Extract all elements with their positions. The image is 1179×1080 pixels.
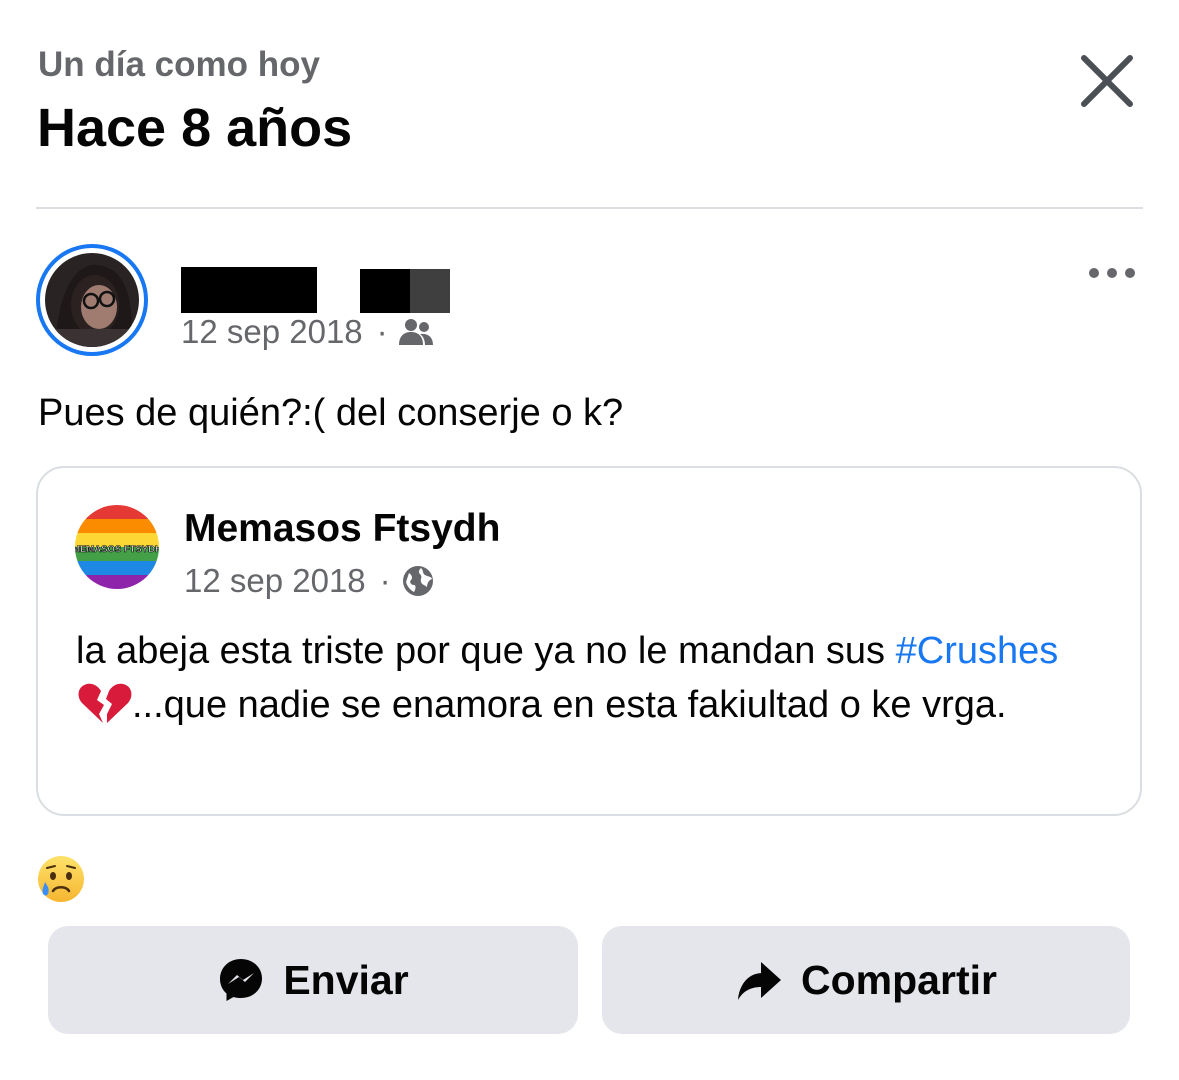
globe-icon — [402, 566, 433, 596]
shared-post-text: la abeja esta triste por que ya no le ma… — [76, 624, 1106, 732]
share-arrow-icon — [738, 962, 782, 1000]
redacted-name-part-3 — [410, 269, 450, 313]
redacted-name-part-1 — [181, 267, 317, 313]
crying-face-icon[interactable] — [36, 854, 86, 904]
author-avatar-photo — [45, 253, 139, 347]
meta-separator: · — [376, 313, 388, 350]
shared-page-name[interactable]: Memasos Ftsydh — [184, 505, 500, 553]
memories-subtitle: Un día como hoy — [38, 45, 320, 84]
shared-post-date[interactable]: 12 sep 2018 — [184, 561, 366, 601]
post-meta: 12 sep 2018 · — [181, 312, 434, 352]
page-avatar[interactable]: MEMASOS FTSYDH — [75, 505, 159, 589]
meta-separator: · — [379, 562, 391, 599]
more-options-icon[interactable] — [1086, 262, 1138, 284]
share-label: Compartir — [801, 956, 997, 1003]
shared-text-before: la abeja esta triste por que ya no le ma… — [76, 630, 886, 672]
shared-text-after: ...que nadie se enamora en esta fakiulta… — [132, 684, 1007, 726]
post-text: Pues de quién?:( del conserje o k? — [38, 392, 624, 434]
page-avatar-text: MEMASOS FTSYDH — [75, 544, 159, 555]
send-label: Enviar — [283, 956, 409, 1003]
share-button[interactable]: Compartir — [602, 926, 1130, 1034]
send-button[interactable]: Enviar — [48, 926, 578, 1034]
hashtag-link[interactable]: #Crushes — [896, 630, 1059, 672]
friends-icon — [398, 319, 433, 345]
messenger-icon — [220, 959, 263, 1001]
header-divider — [36, 207, 1143, 209]
post-date[interactable]: 12 sep 2018 — [181, 312, 363, 352]
author-avatar[interactable] — [36, 244, 148, 356]
memories-title: Hace 8 años — [37, 98, 353, 158]
close-icon[interactable] — [1076, 50, 1138, 112]
shared-post-meta: 12 sep 2018 · — [184, 561, 435, 601]
broken-heart-icon — [78, 683, 132, 723]
